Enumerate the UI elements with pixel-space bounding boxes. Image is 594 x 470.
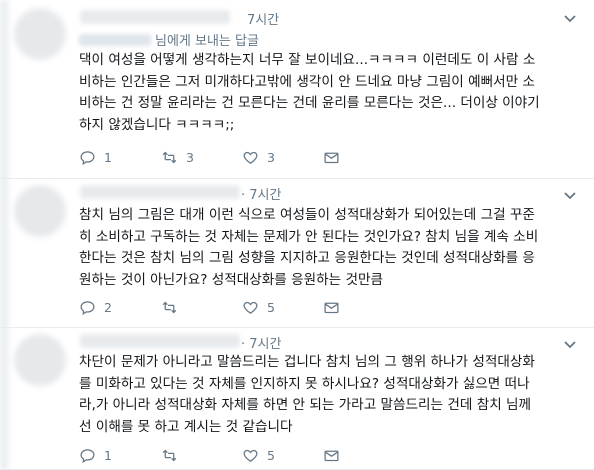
chevron-down-icon[interactable]: [562, 187, 578, 203]
tweet-actions: 1 5: [79, 445, 379, 465]
author-name-redacted[interactable]: [80, 185, 240, 199]
tweet-1[interactable]: 7시간 님에게 보내는 답글 댁이 여성을 어떻게 생각하는지 너무 잘 보이네…: [0, 0, 594, 179]
like-count: 5: [267, 299, 275, 315]
reply-count: 1: [104, 447, 112, 463]
envelope-icon: [324, 152, 339, 163]
handle-redacted[interactable]: [79, 33, 151, 46]
direct-message-button[interactable]: [323, 447, 340, 464]
like-count: 3: [267, 149, 275, 165]
retweet-icon: [162, 301, 177, 313]
avatar-redacted[interactable]: [14, 8, 66, 60]
tweet-text: 참치 님의 그림은 대개 이런 식으로 여성들이 성적대상화가 되어있는데 그걸…: [79, 207, 539, 288]
envelope-icon: [324, 302, 339, 313]
tweet-text: 댁이 여성을 어떻게 생각하는지 너무 잘 보이네요...ㅋㅋㅋㅋ 이런데도 이…: [79, 52, 540, 133]
tweet-actions: 2 5: [79, 297, 379, 317]
reply-button[interactable]: 1: [79, 447, 112, 464]
like-button[interactable]: 5: [242, 299, 275, 316]
tweet-3[interactable]: · 7시간 차단이 문제가 아니라고 말씀드리는 겁니다 참치 님의 그 행위 …: [0, 328, 594, 470]
envelope-icon: [324, 450, 339, 461]
retweet-button[interactable]: [161, 447, 186, 464]
tweet-text: 차단이 문제가 아니라고 말씀드리는 겁니다 참치 님의 그 행위 하나가 성적…: [79, 354, 535, 435]
tweet-timestamp[interactable]: · 7시간: [241, 333, 281, 352]
like-button[interactable]: 5: [242, 447, 275, 464]
reply-count: 1: [104, 149, 112, 165]
tweet-timestamp[interactable]: 7시간: [247, 9, 279, 28]
author-name-redacted[interactable]: [80, 10, 230, 24]
reply-button[interactable]: 1: [79, 149, 112, 166]
reply-context: 님에게 보내는 답글: [79, 30, 259, 49]
heart-icon: [243, 151, 258, 164]
direct-message-button[interactable]: [323, 149, 340, 166]
retweet-button[interactable]: [161, 299, 186, 316]
like-count: 5: [267, 447, 275, 463]
retweet-button[interactable]: 3: [161, 149, 194, 166]
avatar-redacted[interactable]: [14, 334, 66, 386]
direct-message-button[interactable]: [323, 299, 340, 316]
tweet-timestamp[interactable]: · 7시간: [241, 184, 281, 203]
retweet-icon: [162, 449, 177, 461]
reply-context-text: 님에게 보내는 답글: [155, 34, 259, 49]
heart-icon: [243, 301, 258, 314]
tweet-feed: 7시간 님에게 보내는 답글 댁이 여성을 어떻게 생각하는지 너무 잘 보이네…: [0, 0, 594, 470]
author-name-redacted[interactable]: [80, 334, 240, 348]
reply-icon: [80, 150, 95, 165]
reply-button[interactable]: 2: [79, 299, 112, 316]
reply-icon: [80, 300, 95, 315]
retweet-count: 3: [186, 149, 194, 165]
reply-count: 2: [104, 299, 112, 315]
chevron-down-icon[interactable]: [562, 336, 578, 352]
avatar-redacted[interactable]: [14, 185, 66, 237]
tweet-2[interactable]: · 7시간 참치 님의 그림은 대개 이런 식으로 여성들이 성적대상화가 되어…: [0, 179, 594, 328]
tweet-actions: 1 3 3: [79, 147, 379, 167]
reply-icon: [80, 448, 95, 463]
heart-icon: [243, 449, 258, 462]
retweet-icon: [162, 151, 177, 163]
chevron-down-icon[interactable]: [562, 10, 578, 26]
like-button[interactable]: 3: [242, 149, 275, 166]
